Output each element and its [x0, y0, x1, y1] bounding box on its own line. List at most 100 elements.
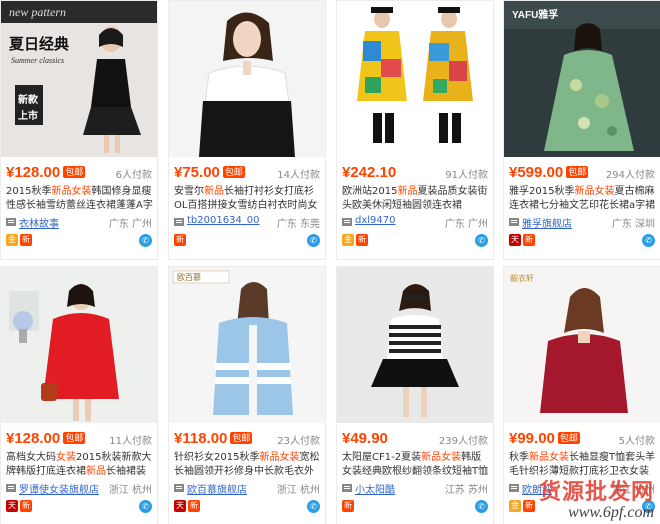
shop-link[interactable]: 欧百慕旗舰店	[187, 481, 247, 496]
chat-icon[interactable]: ✆	[307, 234, 320, 247]
location: 广东 东莞	[276, 219, 320, 230]
product-photo-burgundy-sweater: 靓衣轩	[504, 267, 660, 423]
price-row: ¥118.00 包邮 23人付款	[174, 430, 320, 448]
shop-icon	[509, 484, 519, 492]
chat-icon[interactable]: ✆	[307, 500, 320, 513]
shop-row: tb2001634_00 广东 东莞	[174, 215, 320, 230]
price: ¥128.00 包邮	[6, 430, 86, 447]
tmall-icon[interactable]: 天	[174, 500, 186, 512]
service-icons: 金新 ✆	[342, 234, 488, 248]
location: 浙江 杭州	[108, 485, 152, 496]
shop-icon	[174, 218, 184, 226]
new-icon[interactable]: 新	[20, 234, 32, 246]
shop-link[interactable]: tb2001634_00	[187, 215, 260, 226]
overlay-logo: YAFU雅孚	[512, 8, 558, 21]
product-title[interactable]: 太阳屋CF1-2夏装新品女装韩版女装经典欧根纱翻领条纹短袖T恤衫女	[342, 451, 490, 479]
tmall-icon[interactable]: 天	[6, 500, 18, 512]
product-card[interactable]: new pattern 夏日经典 Summer classics 新款 上市 ¥…	[0, 0, 158, 260]
gold-seller-icon[interactable]: 金	[509, 500, 521, 512]
new-icon[interactable]: 新	[188, 500, 200, 512]
product-title[interactable]: 秋季新品女装长袖显瘦T恤套头羊毛针织衫薄短款打底衫卫衣女装	[509, 451, 657, 479]
location: 广东 深圳	[611, 219, 655, 230]
shop-link[interactable]: 雅孚旗舰店	[522, 215, 572, 230]
chat-icon[interactable]: ✆	[139, 500, 152, 513]
new-icon[interactable]: 新	[356, 234, 368, 246]
service-icons: 天新 ✆	[6, 500, 152, 514]
shop-row: dxl9470 广东 广州	[342, 215, 488, 230]
sales-count: 294人付款	[605, 170, 655, 181]
shop-link[interactable]: 小太阳酷	[355, 481, 395, 496]
price-row: ¥99.00 包邮 5人付款	[509, 430, 655, 448]
product-image[interactable]: YAFU雅孚	[504, 1, 660, 157]
shop-icon	[174, 484, 184, 492]
overlay-brand: new pattern	[9, 5, 66, 19]
price: ¥99.00 包邮	[509, 430, 580, 447]
product-card[interactable]: 靓衣轩 ¥99.00 包邮 5人付款 秋季新品女装长袖显瘦T恤套头羊毛针织衫薄短款…	[503, 266, 660, 524]
new-icon[interactable]: 新	[342, 500, 354, 512]
product-image[interactable]	[337, 1, 493, 157]
location: 广东 广州	[108, 219, 152, 230]
tmall-icon[interactable]: 天	[509, 234, 521, 246]
product-image[interactable]	[1, 267, 157, 423]
svg-text:新款: 新款	[18, 93, 39, 106]
new-icon[interactable]: 新	[174, 234, 186, 246]
product-image[interactable]	[337, 267, 493, 423]
free-shipping-badge: 包邮	[63, 166, 86, 178]
product-card[interactable]: ¥128.00 包邮 11人付款 高档女大码女装2015秋装新款大牌韩版打底连衣裙…	[0, 266, 158, 524]
new-icon[interactable]: 新	[523, 500, 535, 512]
product-image[interactable]	[169, 1, 325, 157]
overlay-logo: 靓衣轩	[510, 273, 534, 283]
shop-icon	[6, 484, 16, 492]
product-image[interactable]: new pattern 夏日经典 Summer classics 新款 上市	[1, 1, 157, 157]
shop-row: 衣林故事 广东 广州	[6, 215, 152, 230]
product-grid: new pattern 夏日经典 Summer classics 新款 上市 ¥…	[0, 0, 660, 524]
free-shipping-badge: 包邮	[63, 432, 86, 444]
product-card[interactable]: ¥75.00 包邮 14人付款 安雪尔新品长袖打衬衫女打底衫OL百搭拼接女雪纺白衬…	[168, 0, 326, 260]
product-image[interactable]: 靓衣轩	[504, 267, 660, 423]
service-icons: 新 ✆	[174, 234, 320, 248]
product-title[interactable]: 欧洲站2015新品夏装品质女装街头欧美休闲短袖圆领连衣裙C6733	[342, 185, 490, 213]
shop-link[interactable]: 罗谭使女装旗舰店	[19, 481, 99, 496]
shop-icon	[6, 218, 16, 226]
chat-icon[interactable]: ✆	[139, 234, 152, 247]
product-card[interactable]: 欧百慕 ¥118.00 包邮 23人付款 针织衫女2015秋季新品女装宽松长袖圆领…	[168, 266, 326, 524]
new-icon[interactable]: 新	[523, 234, 535, 246]
product-card[interactable]: ¥242.10 91人付款 欧洲站2015新品夏装品质女装街头欧美休闲短袖圆领连…	[336, 0, 494, 260]
shop-row: 雅孚旗舰店 广东 深圳	[509, 215, 655, 230]
shop-link[interactable]: 欧朗沙	[522, 481, 552, 496]
new-icon[interactable]: 新	[20, 500, 32, 512]
gold-seller-icon[interactable]: 金	[6, 234, 18, 246]
product-card[interactable]: ¥49.90 239人付款 太阳屋CF1-2夏装新品女装韩版女装经典欧根纱翻领条…	[336, 266, 494, 524]
gold-seller-icon[interactable]: 金	[342, 234, 354, 246]
location: 浙江 杭州	[276, 485, 320, 496]
product-title[interactable]: 针织衫女2015秋季新品女装宽松长袖圆领开衫修身中长款毛衣外套	[174, 451, 322, 479]
product-title[interactable]: 2015秋季新品女装韩国修身显瘦性感长袖雪纺蕾丝连衣裙蓬蓬A字裙	[6, 185, 154, 213]
location: 江苏 苏州	[444, 485, 488, 496]
product-title[interactable]: 雅孚2015秋季新品女装夏古棉麻连衣裙七分袖文艺印花长裙a字裙	[509, 185, 657, 213]
product-image[interactable]: 欧百慕	[169, 267, 325, 423]
product-title[interactable]: 高档女大码女装2015秋装新款大牌韩版打底连衣裙新品长袖裙装外套	[6, 451, 154, 479]
location: 广东 广州	[444, 219, 488, 230]
shop-row: 欧百慕旗舰店 浙江 杭州	[174, 481, 320, 496]
price: ¥128.00 包邮	[6, 164, 86, 181]
chat-icon[interactable]: ✆	[642, 500, 655, 513]
price-row: ¥49.90 239人付款	[342, 430, 488, 448]
sales-count: 91人付款	[445, 170, 488, 181]
product-photo-print-dress	[337, 1, 493, 157]
price-row: ¥128.00 包邮 6人付款	[6, 164, 152, 182]
service-icons: 金新 ✆	[6, 234, 152, 248]
sales-count: 14人付款	[277, 170, 320, 181]
shop-link[interactable]: 衣林故事	[19, 215, 59, 230]
price: ¥75.00 包邮	[174, 164, 245, 181]
chat-icon[interactable]: ✆	[642, 234, 655, 247]
product-card[interactable]: YAFU雅孚 ¥599.00 包邮 294人付款 雅孚2015秋季新品女装夏古棉麻…	[503, 0, 660, 260]
shop-link[interactable]: dxl9470	[355, 215, 396, 226]
product-photo-green-print-dress: YAFU雅孚	[504, 1, 660, 157]
svg-text:上市: 上市	[18, 109, 38, 122]
price-row: ¥75.00 包邮 14人付款	[174, 164, 320, 182]
chat-icon[interactable]: ✆	[475, 234, 488, 247]
product-title[interactable]: 安雪尔新品长袖打衬衫女打底衫OL百搭拼接女雪纺白衬衣时尚女装潮	[174, 185, 322, 213]
service-icons: 新 ✆	[342, 500, 488, 514]
chat-icon[interactable]: ✆	[475, 500, 488, 513]
service-icons: 天新 ✆	[509, 234, 655, 248]
